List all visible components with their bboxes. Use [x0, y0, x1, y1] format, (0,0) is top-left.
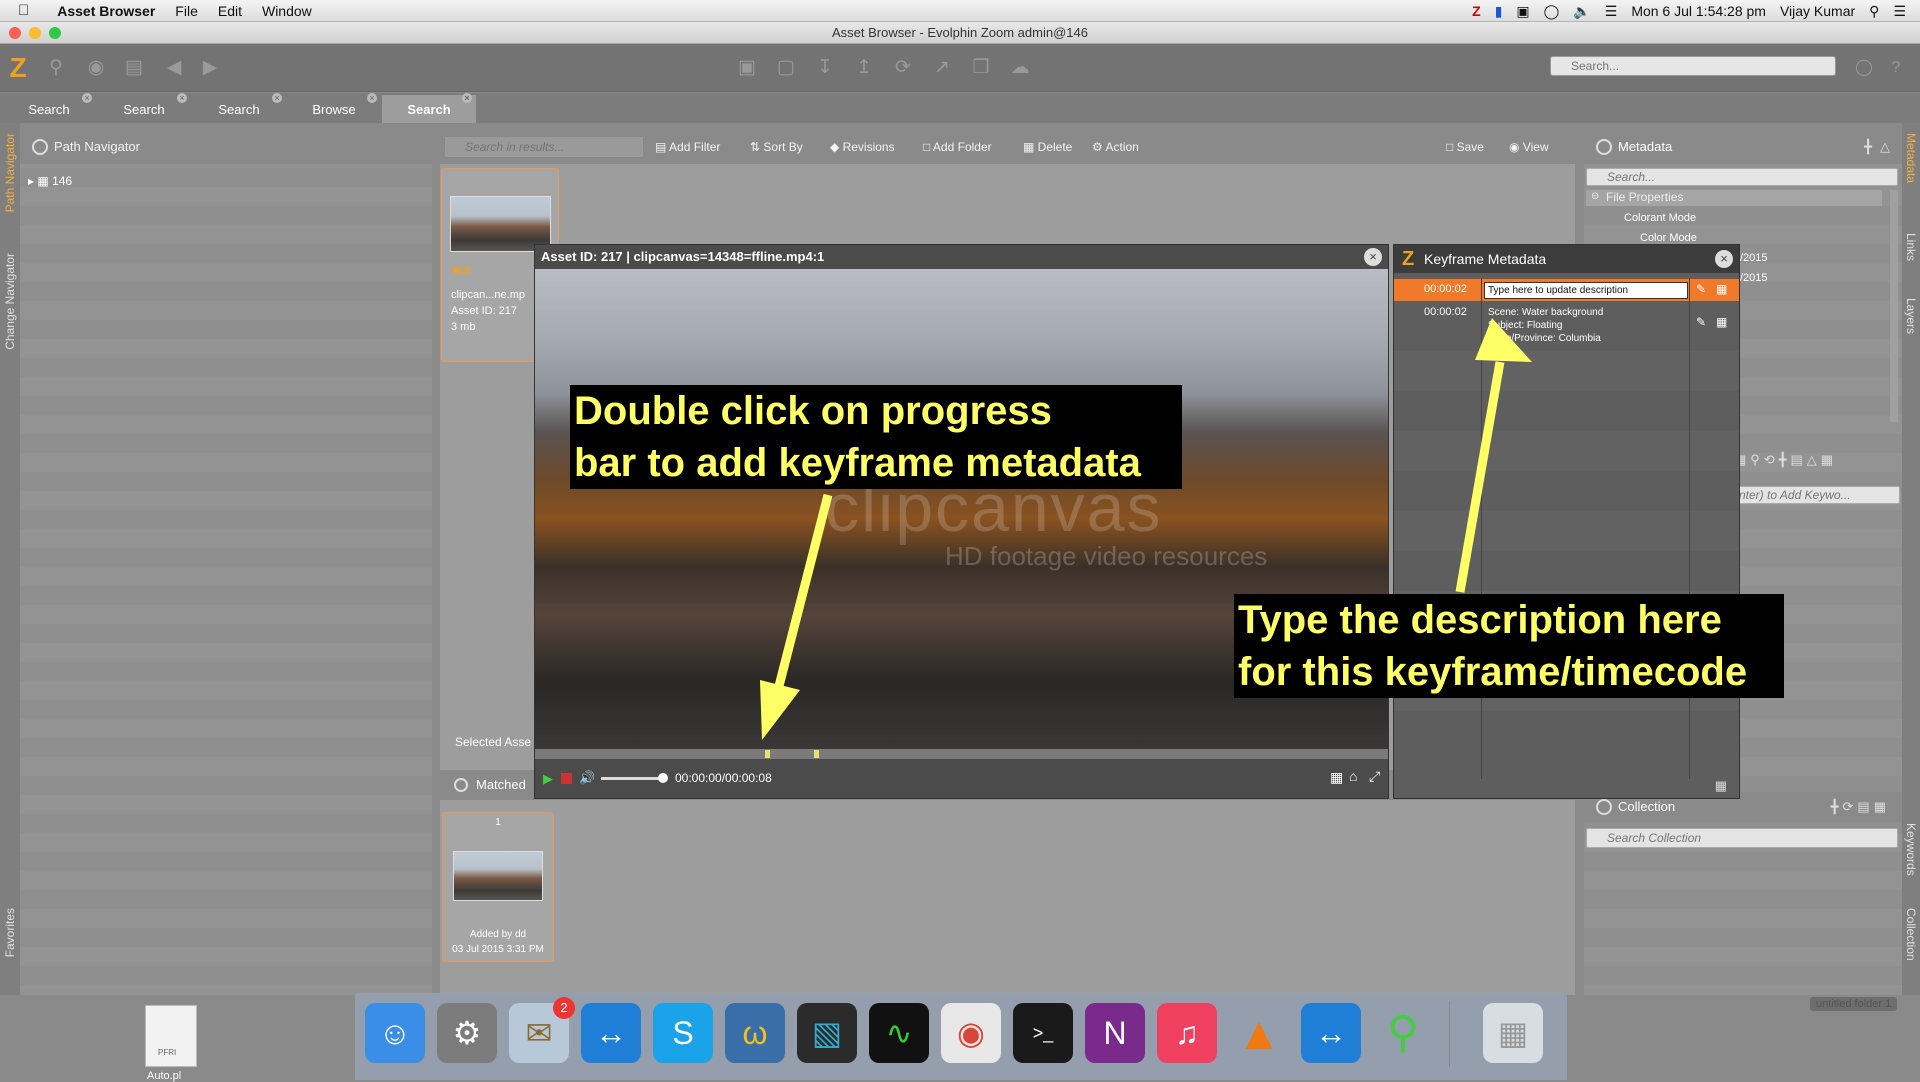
vlc-icon[interactable]: ▲: [1229, 1003, 1289, 1063]
finder-icon[interactable]: ☺: [365, 1003, 425, 1063]
chrome-icon[interactable]: ◉: [941, 1003, 1001, 1063]
arrow-head-progress: [760, 680, 800, 740]
skype-icon[interactable]: S: [653, 1003, 713, 1063]
screen-sharing-icon[interactable]: ▧: [797, 1003, 857, 1063]
teamviewer-icon[interactable]: ↔: [581, 1003, 641, 1063]
desktop-file-icon[interactable]: PFRI: [145, 1005, 197, 1067]
arrow-to-description: [1455, 361, 1505, 593]
desktop-folder-label[interactable]: untitled folder 1: [1810, 997, 1898, 1011]
onenote-icon[interactable]: N: [1085, 1003, 1145, 1063]
mail-icon[interactable]: ✉ 2: [509, 997, 575, 1063]
arrow-head-description: [1475, 318, 1532, 362]
system-preferences-icon[interactable]: ⚙: [437, 1003, 497, 1063]
mail-badge: 2: [553, 997, 575, 1019]
itunes-icon[interactable]: ♫: [1157, 1003, 1217, 1063]
terminal-icon[interactable]: >_: [1013, 1003, 1073, 1063]
dock-divider: [1449, 1001, 1450, 1067]
annotation-arrows: [760, 318, 1532, 740]
desktop-file-caption: Auto.pl: [147, 1070, 182, 1082]
dock: ☺ ⚙ ✉ 2 ↔ S ω ▧ ∿ ◉ >_ N ♫ ▲ ↔ ⚲ ▦: [355, 993, 1567, 1080]
teamviewer-2-icon[interactable]: ↔: [1301, 1003, 1361, 1063]
zoom-search-icon[interactable]: ⚲: [1373, 1003, 1433, 1063]
trash-icon[interactable]: ▦: [1483, 1003, 1543, 1063]
arrow-to-progress-bar: [773, 493, 833, 692]
cyberduck-icon[interactable]: ω: [725, 1003, 785, 1063]
activity-monitor-icon[interactable]: ∿: [869, 1003, 929, 1063]
desktop-file-label: PFRI: [158, 1048, 177, 1057]
